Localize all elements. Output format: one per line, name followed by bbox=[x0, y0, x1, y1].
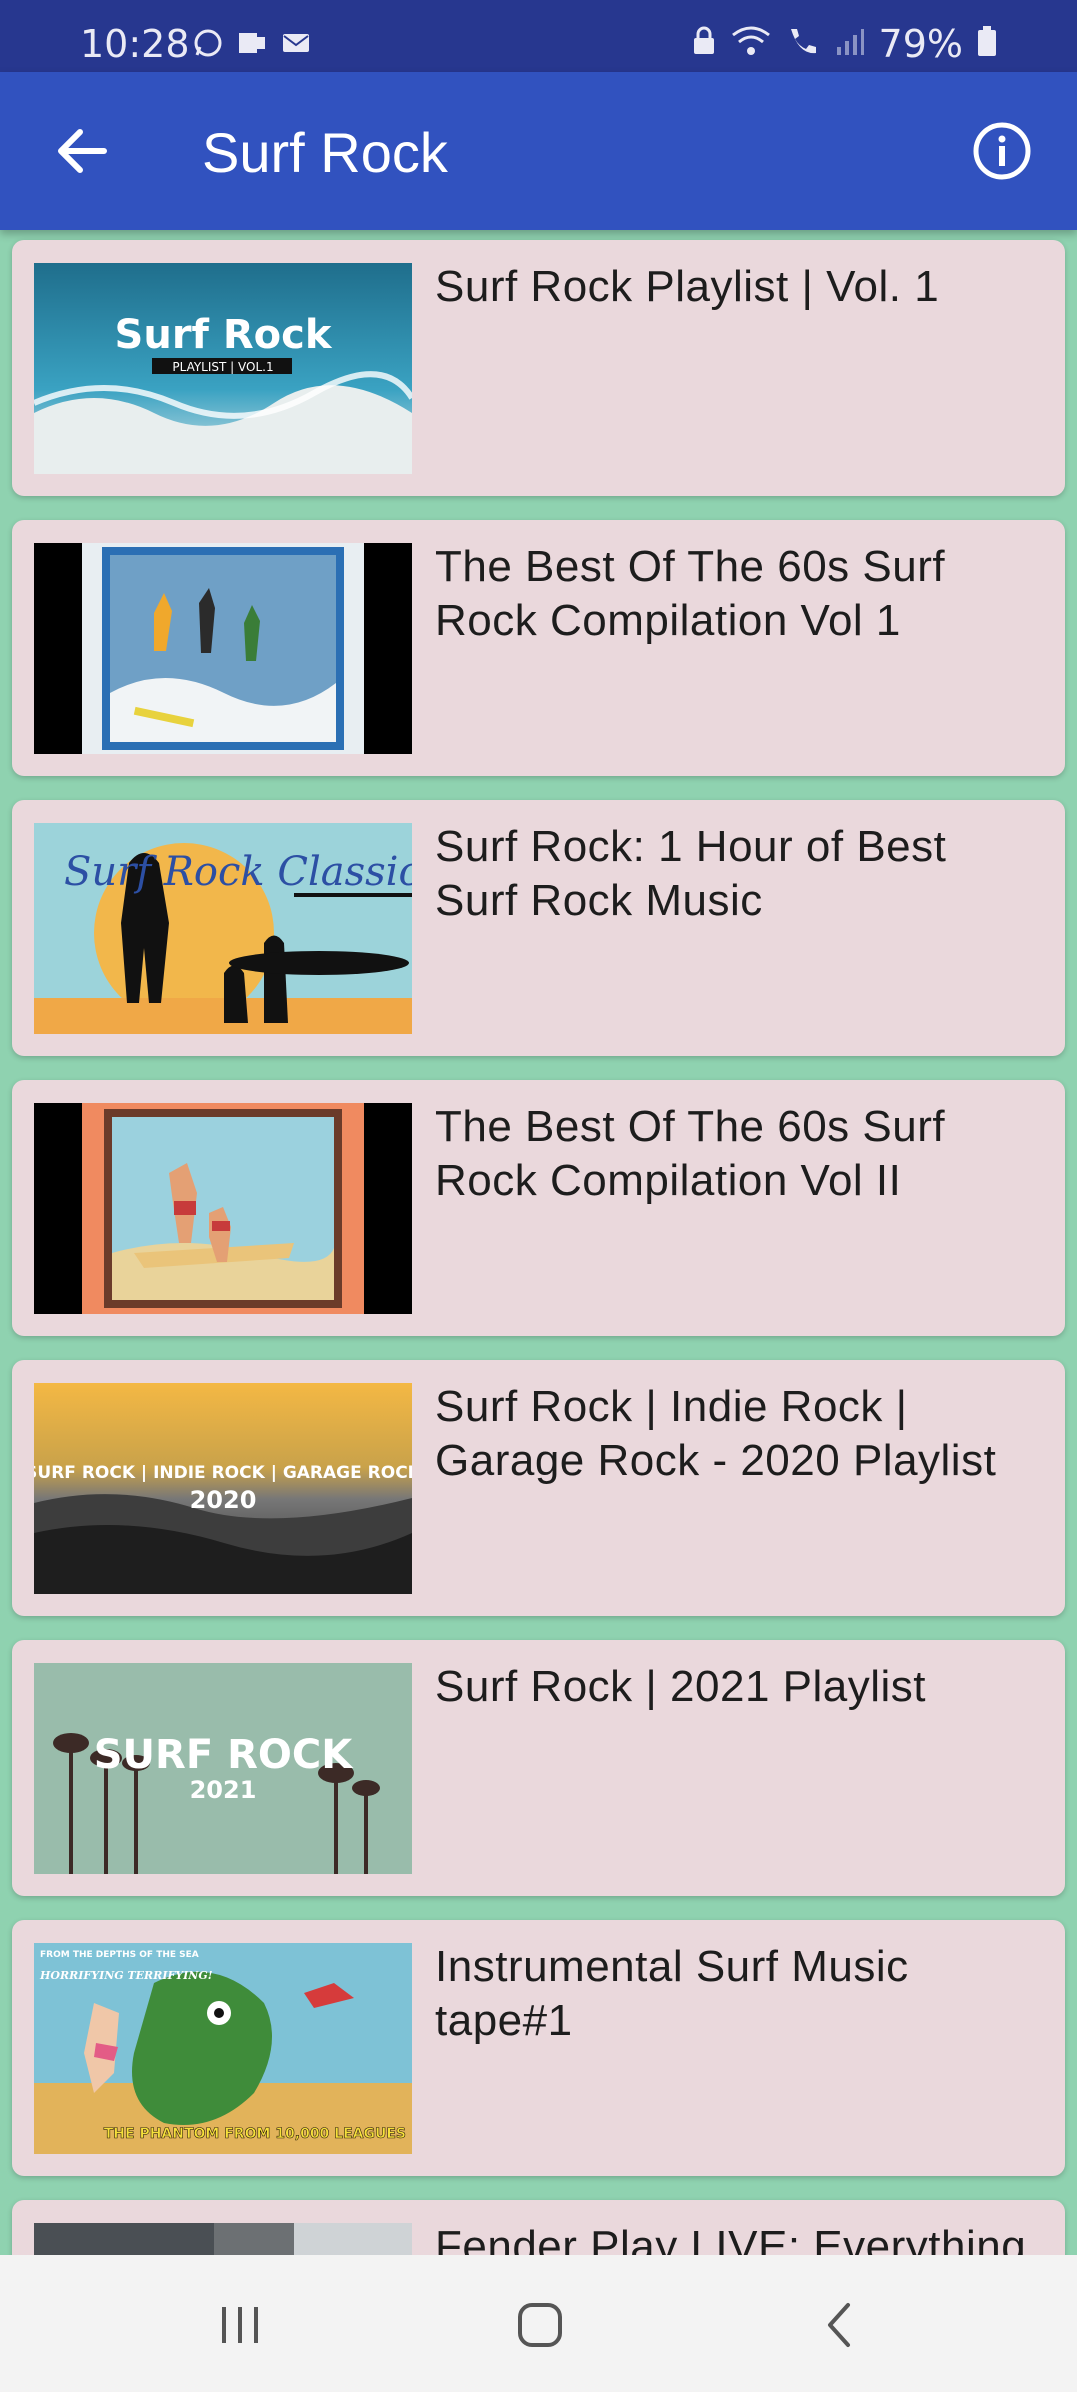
thumb-title: SURF ROCK bbox=[94, 1732, 355, 1778]
arrow-left-icon bbox=[58, 129, 107, 173]
list-item[interactable]: Fender Play LIVE: Everything bbox=[12, 2200, 1065, 2255]
notification-icons bbox=[192, 26, 312, 57]
item-title: Instrumental Surf Music tape#1 bbox=[435, 1942, 909, 2045]
system-nav-bar bbox=[0, 2255, 1077, 2392]
recents-icon bbox=[222, 2307, 258, 2343]
thumbnail: SURF ROCK | INDIE ROCK | GARAGE ROCK 202… bbox=[34, 1383, 412, 1594]
back-button[interactable] bbox=[50, 119, 114, 183]
info-button[interactable] bbox=[971, 120, 1033, 182]
item-title: Fender Play LIVE: Everything bbox=[435, 2222, 1027, 2255]
status-time: 10:28 bbox=[80, 22, 190, 66]
list-item[interactable]: FROM THE DEPTHS OF THE SEA HORRIFYING TE… bbox=[12, 1920, 1065, 2176]
thumbnail bbox=[34, 543, 412, 754]
battery-percent: 79% bbox=[878, 22, 963, 66]
item-title: Surf Rock | 2021 Playlist bbox=[435, 1662, 927, 1711]
page-title: Surf Rock bbox=[202, 121, 448, 184]
thumb-title: Surf Rock bbox=[115, 312, 333, 358]
status-bar: 10:28 79% bbox=[0, 0, 1077, 72]
signal-icon bbox=[835, 22, 865, 66]
thumb-subtitle: 2021 bbox=[190, 1776, 257, 1804]
thumb-title: THE PHANTOM FROM 10,000 LEAGUES bbox=[104, 2126, 406, 2142]
thumb-title: SURF ROCK | INDIE ROCK | GARAGE ROCK bbox=[34, 1463, 412, 1483]
list-item[interactable]: SURF ROCK | INDIE ROCK | GARAGE ROCK 202… bbox=[12, 1360, 1065, 1616]
thumbnail bbox=[34, 2223, 412, 2255]
item-title: The Best Of The 60s Surf Rock Compilatio… bbox=[435, 542, 946, 645]
thumb-subtitle: 2020 bbox=[190, 1486, 257, 1514]
thumb-subtitle: PLAYLIST | VOL.1 bbox=[172, 360, 273, 374]
back-chevron-icon bbox=[828, 2303, 850, 2347]
app-bar: Surf Rock bbox=[0, 72, 1077, 230]
wifi-calling-icon bbox=[785, 22, 821, 66]
teams-icon bbox=[236, 26, 268, 56]
list-item[interactable]: The Best Of The 60s Surf Rock Compilatio… bbox=[12, 520, 1065, 776]
thumbnail bbox=[34, 1103, 412, 1314]
lock-icon bbox=[691, 22, 717, 66]
system-indicators: 79% bbox=[691, 22, 997, 66]
nav-back-button[interactable] bbox=[810, 2295, 870, 2355]
item-title: Surf Rock Playlist | Vol. 1 bbox=[435, 262, 940, 311]
home-button[interactable] bbox=[510, 2295, 570, 2355]
home-icon bbox=[518, 2303, 562, 2347]
thumb-subtitle: HORRIFYING TERRIFYING! bbox=[39, 1969, 213, 1982]
wifi-icon bbox=[731, 22, 771, 66]
list-item[interactable]: Surf Rock PLAYLIST | VOL.1 Surf Rock Pla… bbox=[12, 240, 1065, 496]
item-title: The Best Of The 60s Surf Rock Compilatio… bbox=[435, 1102, 946, 1205]
list-item[interactable]: SURF ROCK 2021 Surf Rock | 2021 Playlist bbox=[12, 1640, 1065, 1896]
whatsapp-icon bbox=[192, 26, 224, 57]
thumb-title: Surf Rock Classic bbox=[64, 849, 412, 895]
thumbnail: SURF ROCK 2021 bbox=[34, 1663, 412, 1874]
item-title: Surf Rock: 1 Hour of Best Surf Rock Musi… bbox=[435, 822, 947, 925]
thumb-top: FROM THE DEPTHS OF THE SEA bbox=[40, 1950, 199, 1960]
thumbnail: Surf Rock Classic bbox=[34, 823, 412, 1034]
list-item[interactable]: The Best Of The 60s Surf Rock Compilatio… bbox=[12, 1080, 1065, 1336]
playlist-list[interactable]: Surf Rock PLAYLIST | VOL.1 Surf Rock Pla… bbox=[0, 230, 1077, 2255]
list-item[interactable]: Surf Rock Classic Surf Rock: 1 Hour of B… bbox=[12, 800, 1065, 1056]
recents-button[interactable] bbox=[210, 2295, 270, 2355]
info-icon bbox=[973, 122, 1031, 180]
mail-icon bbox=[280, 26, 312, 56]
thumbnail: Surf Rock PLAYLIST | VOL.1 bbox=[34, 263, 412, 474]
thumbnail: FROM THE DEPTHS OF THE SEA HORRIFYING TE… bbox=[34, 1943, 412, 2154]
item-title: Surf Rock | Indie Rock | Garage Rock - 2… bbox=[435, 1382, 997, 1485]
battery-icon bbox=[977, 22, 997, 66]
